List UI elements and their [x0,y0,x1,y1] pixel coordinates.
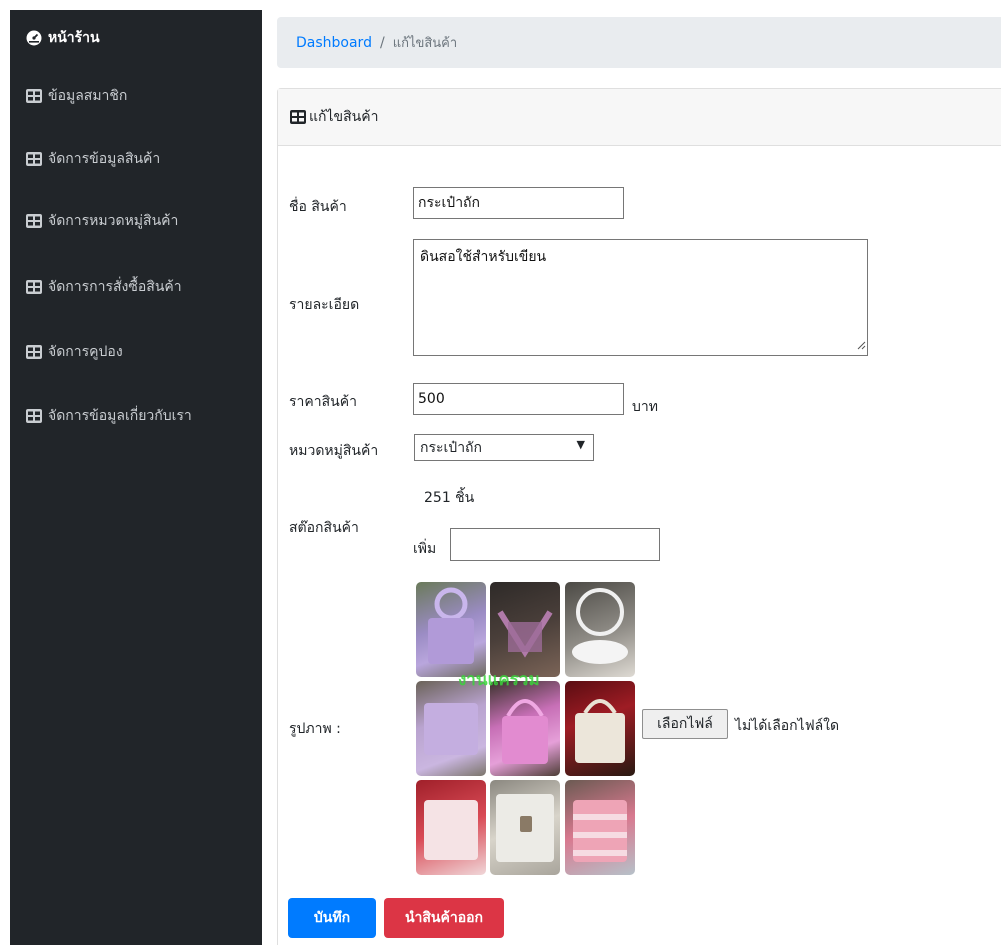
product-image-thumb [565,780,635,875]
breadcrumb-dashboard-link[interactable]: Dashboard [296,35,372,51]
price-unit: บาท [632,399,658,415]
stock-value: 251 ชิ้น [424,490,475,506]
table-icon [26,89,42,103]
product-detail-textarea[interactable]: ดินสอใช้สำหรับเขียน [413,239,868,356]
image-label: รูปภาพ : [289,721,341,737]
sidebar-item-members[interactable]: ข้อมูลสมาชิก [10,82,262,110]
edit-product-card: แก้ไขสินค้า [277,88,1001,945]
product-image-thumb [490,780,560,875]
product-image-thumb [565,681,635,776]
product-name-label: ชื่อ สินค้า [289,199,347,215]
product-image-thumb [565,582,635,677]
dashboard-icon [26,30,42,46]
sidebar-item-label: จัดการข้อมูลเกี่ยวกับเรา [48,408,192,424]
card-title: แก้ไขสินค้า [309,109,379,125]
add-stock-input[interactable] [450,528,660,561]
category-selected-value: กระเป๋าถัก [420,439,483,456]
stock-label: สต๊อกสินค้า [289,520,359,536]
resize-grip-icon[interactable] [857,338,866,354]
sidebar-item-orders[interactable]: จัดการการสั่งซื้อสินค้า [10,273,262,301]
table-icon [26,409,42,423]
remove-product-button[interactable]: นำสินค้าออก [384,898,504,938]
breadcrumb-current: แก้ไขสินค้า [392,36,458,51]
table-icon [26,345,42,359]
category-label: หมวดหมู่สินค้า [289,443,379,459]
product-name-input[interactable] [413,187,624,219]
price-input[interactable] [413,383,624,415]
table-icon [26,280,42,294]
product-detail-wrapper: ดินสอใช้สำหรับเขียน [413,239,868,356]
product-image-thumb [416,681,486,776]
product-image-thumb [416,582,486,677]
product-image-thumb [490,582,560,677]
image-watermark: งานแครวม [458,670,540,690]
sidebar: หน้าร้าน ข้อมูลสมาชิก จัดการข้อมูลสินค้า… [10,10,262,945]
sidebar-item-label: จัดการคูปอง [48,344,123,360]
breadcrumb-separator: / [379,34,385,51]
choose-file-button[interactable]: เลือกไฟล์ [642,709,728,739]
sidebar-item-label: ข้อมูลสมาชิก [48,88,128,104]
sidebar-item-categories[interactable]: จัดการหมวดหมู่สินค้า [10,207,262,235]
dropdown-arrow-icon: ▼ [576,438,585,451]
product-image-thumb [416,780,486,875]
category-select[interactable]: กระเป๋าถัก ▼ [414,434,594,461]
sidebar-item-about[interactable]: จัดการข้อมูลเกี่ยวกับเรา [10,402,262,430]
product-detail-label: รายละเอียด [289,297,360,313]
table-icon [290,110,306,124]
card-header: แก้ไขสินค้า [278,89,1001,146]
sidebar-item-label: จัดการหมวดหมู่สินค้า [48,213,179,229]
product-image-thumb [490,681,560,776]
table-icon [26,214,42,228]
sidebar-item-label: จัดการข้อมูลสินค้า [48,151,161,167]
sidebar-item-label: จัดการการสั่งซื้อสินค้า [48,279,182,295]
table-icon [26,152,42,166]
add-stock-label: เพิ่ม [413,541,437,557]
price-label: ราคาสินค้า [289,394,357,410]
file-status-text: ไม่ได้เลือกไฟล์ใด [735,718,840,734]
sidebar-item-products[interactable]: จัดการข้อมูลสินค้า [10,145,262,173]
save-button[interactable]: บันทึก [288,898,376,938]
sidebar-item-storefront[interactable]: หน้าร้าน [10,24,262,52]
sidebar-item-coupons[interactable]: จัดการคูปอง [10,338,262,366]
product-image-gallery: งานแครวม [416,582,636,876]
breadcrumb: Dashboard / แก้ไขสินค้า [277,17,1001,68]
sidebar-item-label: หน้าร้าน [48,30,100,46]
